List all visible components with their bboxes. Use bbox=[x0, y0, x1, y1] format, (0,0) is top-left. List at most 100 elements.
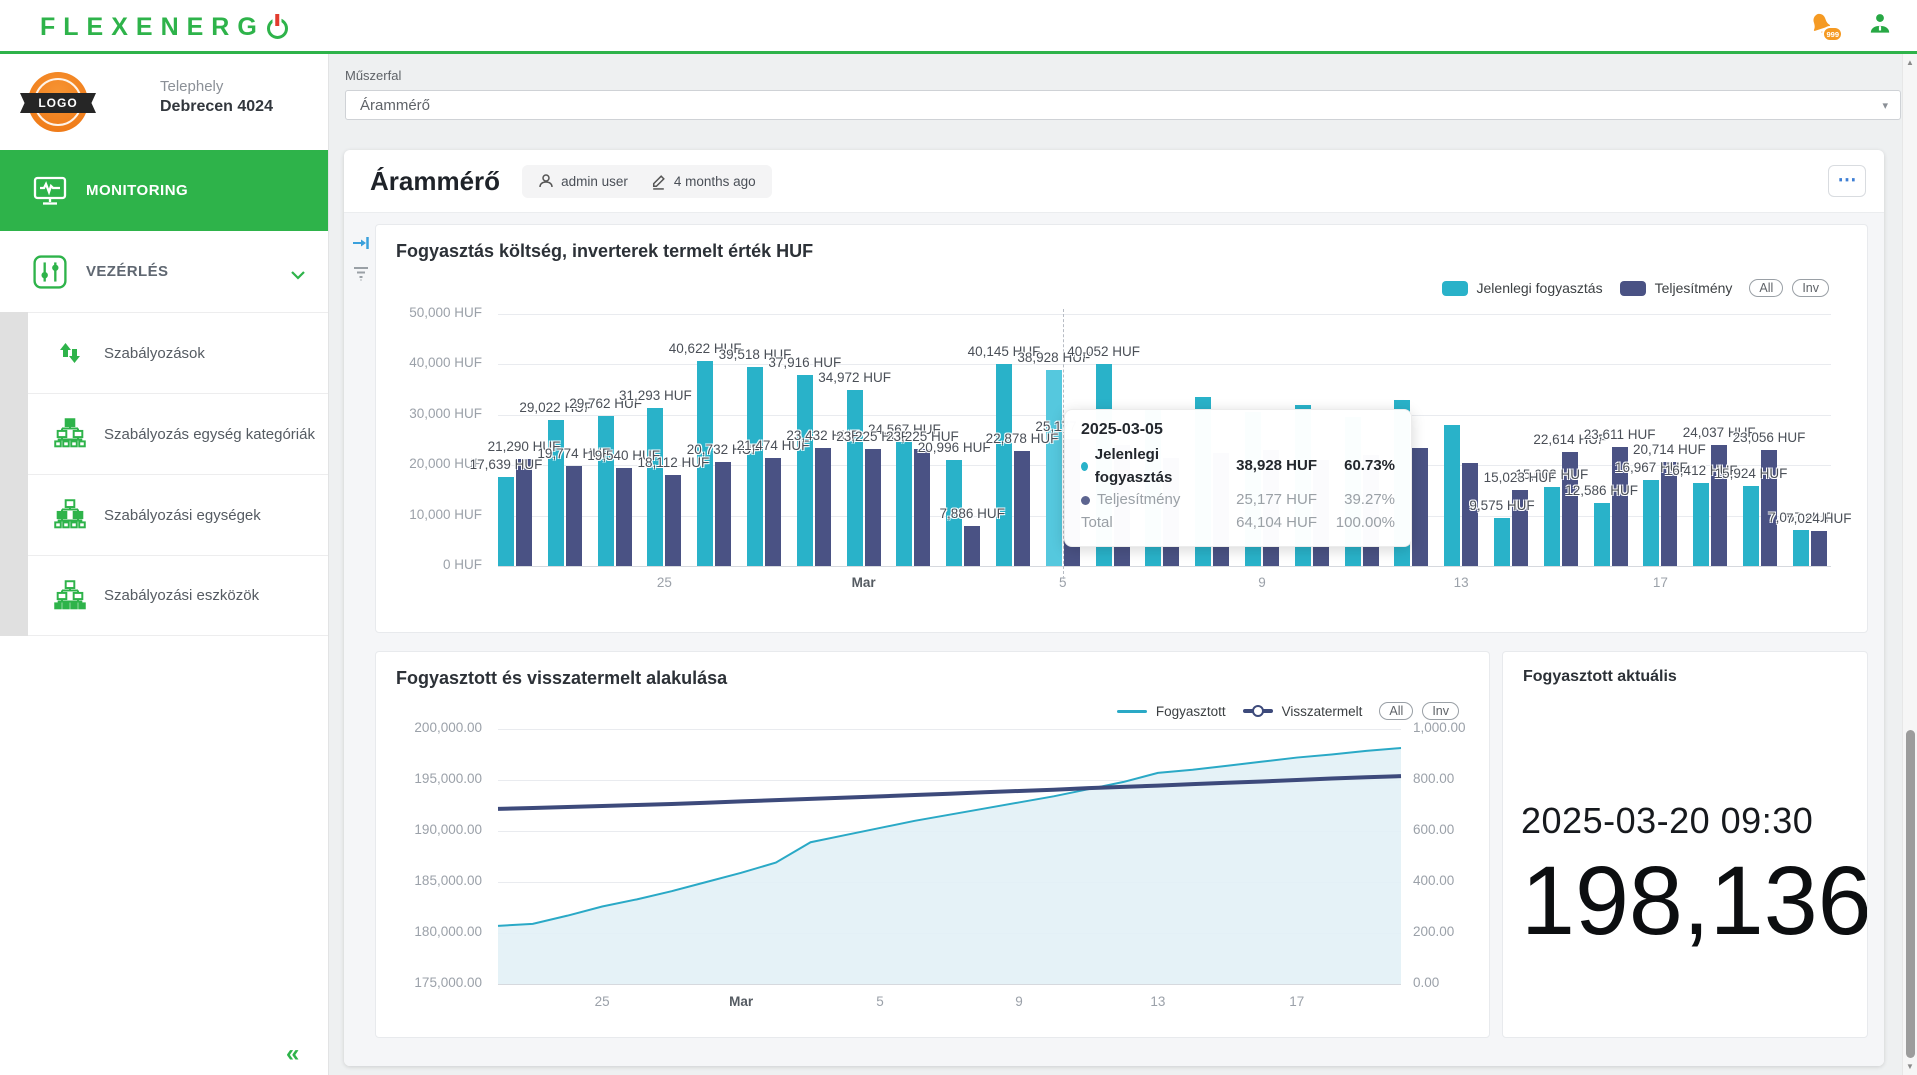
tooltip-value: 25,177 HUF bbox=[1205, 489, 1317, 512]
sidebar-item-label: Szabályozás egység kategóriák bbox=[104, 426, 315, 443]
bar-performance[interactable] bbox=[1412, 448, 1428, 566]
updated-meta: 4 months ago bbox=[650, 173, 756, 190]
brand-logo: FLEXENERG bbox=[40, 13, 288, 42]
submenu-indent-strip bbox=[0, 312, 28, 636]
bar-performance[interactable] bbox=[715, 462, 731, 566]
bar-consumption[interactable] bbox=[1693, 483, 1709, 566]
notifications-bell-icon[interactable]: 999 bbox=[1807, 10, 1839, 42]
x-axis-label: 13 bbox=[1454, 575, 1469, 590]
sidebar-item-szabalyozasi-egysegek[interactable]: Szabályozási egységek bbox=[28, 474, 328, 555]
chart-tooltip: 2025-03-05Jelenlegi fogyasztás38,928 HUF… bbox=[1064, 409, 1412, 547]
bar-value-label: 18,112 HUF bbox=[637, 455, 709, 470]
bar-consumption[interactable] bbox=[1793, 530, 1809, 566]
bar-value-label: 23,056 HUF bbox=[1733, 430, 1806, 445]
hierarchy-top-icon bbox=[50, 418, 90, 450]
scroll-up-arrow[interactable]: ▲ bbox=[1903, 58, 1917, 67]
y-axis-label: 40,000 HUF bbox=[376, 355, 482, 370]
bar-value-label: 23,611 HUF bbox=[1584, 427, 1656, 442]
x-axis-label: 17 bbox=[1653, 575, 1668, 590]
scrollbar-thumb[interactable] bbox=[1906, 730, 1915, 1058]
line-chart-panel: Fogyasztott és visszatermelt alakulása F… bbox=[375, 651, 1490, 1038]
bar-consumption[interactable] bbox=[598, 416, 614, 566]
bar-consumption[interactable] bbox=[1494, 518, 1510, 566]
x-axis-label: 9 bbox=[1258, 575, 1266, 590]
x-axis-label: 25 bbox=[657, 575, 672, 590]
bar-value-label: 34,972 HUF bbox=[818, 370, 891, 385]
dashboard-select[interactable]: Árammérő ▾ bbox=[345, 90, 1901, 120]
bar-consumption[interactable] bbox=[847, 390, 863, 566]
bar-consumption[interactable] bbox=[1544, 487, 1560, 566]
user-account-icon[interactable] bbox=[1867, 10, 1899, 42]
dashboard-card: Árammérő admin user 4 months ago ⋯ bbox=[344, 150, 1884, 1066]
sidebar-item-vezerles[interactable]: VEZÉRLÉS bbox=[0, 231, 328, 312]
bar-performance[interactable] bbox=[1014, 451, 1030, 566]
bar-performance[interactable] bbox=[1811, 531, 1827, 566]
hierarchy-bottom-icon bbox=[50, 580, 90, 612]
card-header: Árammérő admin user 4 months ago ⋯ bbox=[344, 150, 1884, 213]
tooltip-series-name: Teljesítmény bbox=[1081, 489, 1205, 512]
bar-value-label: 15,924 HUF bbox=[1715, 466, 1788, 481]
sidebar-item-monitoring[interactable]: MONITORING bbox=[0, 150, 328, 231]
gridline bbox=[498, 314, 1831, 315]
tooltip-date: 2025-03-05 bbox=[1081, 421, 1395, 439]
bar-value-label: 20,714 HUF bbox=[1633, 442, 1706, 457]
edit-pencil-icon bbox=[650, 173, 667, 190]
tooltip-series-name: Total bbox=[1081, 512, 1205, 535]
main-content: Műszerfal Árammérő ▾ Árammérő admin user… bbox=[329, 54, 1902, 1075]
sidebar-collapse-button[interactable]: « bbox=[286, 1040, 299, 1068]
bar-consumption[interactable] bbox=[1046, 370, 1062, 566]
bar-consumption[interactable] bbox=[797, 375, 813, 566]
x-axis-label: Mar bbox=[852, 575, 876, 590]
y-axis-label: 10,000 HUF bbox=[376, 507, 482, 522]
card-menu-button[interactable]: ⋯ bbox=[1828, 165, 1866, 197]
bar-consumption[interactable] bbox=[1643, 480, 1659, 566]
bar-consumption[interactable] bbox=[1594, 503, 1610, 566]
brand-text: FLEXENERG bbox=[40, 13, 265, 42]
bar-value-label: 7,886 HUF bbox=[940, 506, 1005, 521]
bar-performance[interactable] bbox=[665, 475, 681, 566]
bar-consumption[interactable] bbox=[1444, 425, 1460, 566]
bar-performance[interactable] bbox=[865, 449, 881, 566]
card-body: Fogyasztás költség, inverterek termelt é… bbox=[344, 213, 1884, 1066]
bar-consumption[interactable] bbox=[498, 477, 514, 566]
toolbox-filter-icon[interactable] bbox=[352, 265, 370, 286]
current-value-title: Fogyasztott aktuális bbox=[1523, 668, 1677, 686]
sidebar-item-label: MONITORING bbox=[86, 182, 188, 199]
bar-consumption[interactable] bbox=[996, 364, 1012, 566]
bar-performance[interactable] bbox=[1462, 463, 1478, 566]
dashboard-select-label: Műszerfal bbox=[345, 68, 401, 83]
bar-performance[interactable] bbox=[616, 468, 632, 566]
notification-badge: 999 bbox=[1822, 26, 1843, 42]
current-value-panel: Fogyasztott aktuális 2025-03-20 09:30 19… bbox=[1502, 651, 1868, 1038]
bar-consumption[interactable] bbox=[896, 442, 912, 566]
bar-performance[interactable] bbox=[516, 459, 532, 566]
y-axis-label: 0 HUF bbox=[376, 557, 482, 572]
sidebar-item-szabalyozasok[interactable]: Szabályozások bbox=[28, 312, 328, 393]
tooltip-value: 38,928 HUF bbox=[1205, 455, 1317, 478]
sidebar-item-szabalyozasi-eszkozok[interactable]: Szabályozási eszközök bbox=[28, 555, 328, 636]
bar-consumption[interactable] bbox=[747, 367, 763, 566]
sidebar-item-label: Szabályozási eszközök bbox=[104, 587, 259, 604]
tooltip-row: Total64,104 HUF100.00% bbox=[1081, 512, 1395, 535]
up-down-arrows-icon bbox=[50, 337, 90, 369]
bar-value-label: 9,575 HUF bbox=[1469, 498, 1534, 513]
scroll-down-arrow[interactable]: ▼ bbox=[1903, 1062, 1917, 1071]
page-title: Árammérő bbox=[370, 166, 500, 197]
bar-performance[interactable] bbox=[765, 458, 781, 566]
bar-performance[interactable] bbox=[815, 448, 831, 566]
gridline bbox=[498, 566, 1831, 567]
bar-performance[interactable] bbox=[566, 466, 582, 566]
bar-consumption[interactable] bbox=[1743, 486, 1759, 566]
bar-performance[interactable] bbox=[914, 449, 930, 566]
toolbox-restore-icon[interactable] bbox=[352, 235, 370, 256]
bar-consumption[interactable] bbox=[647, 408, 663, 566]
tooltip-dot bbox=[1081, 496, 1090, 505]
bar-chart-panel: Fogyasztás költség, inverterek termelt é… bbox=[375, 224, 1868, 633]
sidebar-item-szabalyozas-egyseg-kategoriak[interactable]: Szabályozás egység kategóriák bbox=[28, 393, 328, 474]
card-meta: admin user 4 months ago bbox=[522, 165, 772, 198]
bar-performance[interactable] bbox=[964, 526, 980, 566]
person-outline-icon bbox=[538, 173, 554, 189]
site-name: Debrecen 4024 bbox=[160, 98, 273, 116]
vertical-scrollbar[interactable]: ▲ ▼ bbox=[1902, 54, 1917, 1075]
tooltip-dot bbox=[1081, 462, 1088, 471]
